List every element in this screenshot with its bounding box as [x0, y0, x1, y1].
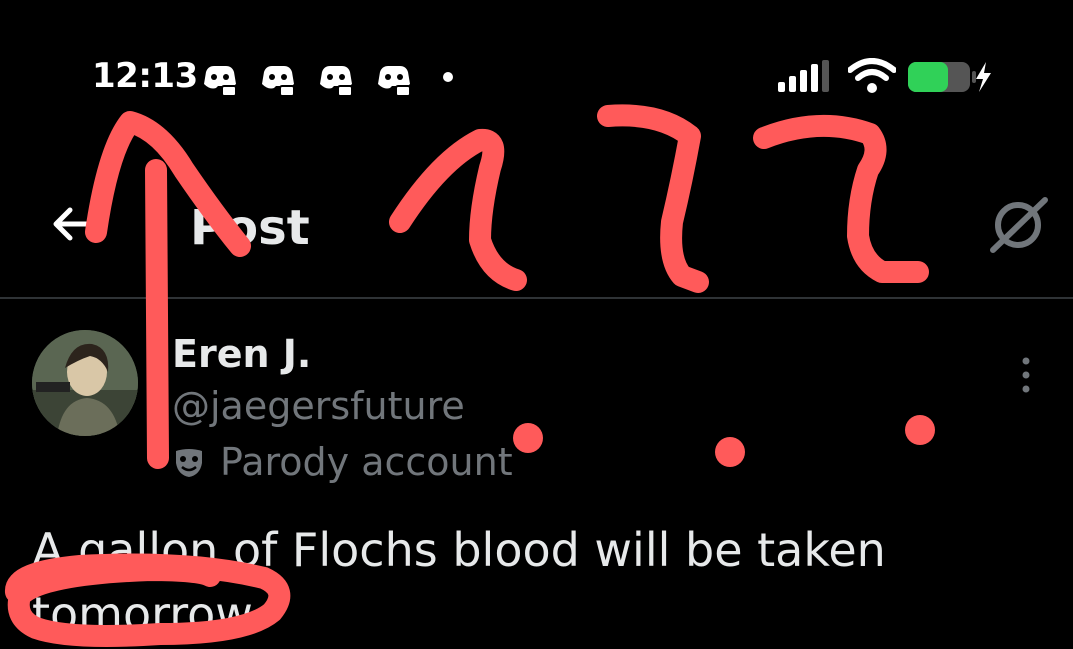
page-title: Post	[190, 200, 310, 256]
grok-icon[interactable]	[985, 192, 1051, 258]
parody-label-text: Parody account	[220, 440, 513, 484]
avatar-illustration	[32, 330, 138, 436]
status-time: 12:13	[92, 56, 198, 96]
more-notifications-dot-icon	[443, 72, 453, 82]
annotation-dot	[715, 437, 745, 467]
arrow-left-icon[interactable]	[48, 200, 96, 248]
cellular-signal-icon	[778, 60, 829, 92]
battery-charging-icon	[908, 62, 991, 92]
discord-icon	[204, 66, 237, 96]
discord-icon	[320, 66, 353, 96]
discord-icon	[262, 66, 295, 96]
parody-mask-icon	[176, 449, 202, 477]
post-text: A gallon of Flochs blood will be taken t…	[32, 523, 886, 641]
discord-icon	[378, 66, 411, 96]
post-header	[0, 180, 1073, 298]
author-name[interactable]: Eren J.	[172, 332, 311, 376]
annotation-dot	[513, 423, 543, 453]
annotation-dot	[905, 415, 935, 445]
author-handle[interactable]: @jaegersfuture	[172, 384, 465, 428]
wifi-icon	[848, 58, 896, 93]
parody-label: Parody account	[172, 440, 513, 484]
header-divider	[0, 297, 1073, 299]
avatar[interactable]	[32, 330, 138, 436]
more-options-icon[interactable]	[1012, 355, 1040, 395]
status-bar: 12:13	[0, 0, 1073, 150]
